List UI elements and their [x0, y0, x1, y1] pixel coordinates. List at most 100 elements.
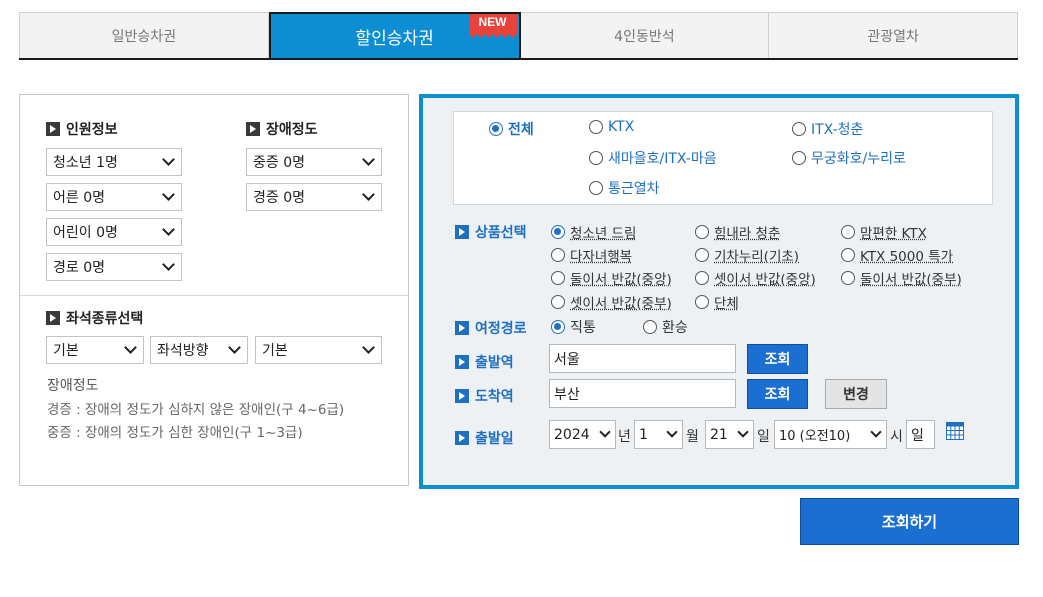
train-radio-ktx[interactable]: KTX [589, 119, 634, 135]
new-badge-text: NEW [478, 15, 507, 29]
arrow-square-icon [455, 225, 469, 239]
product-label: 상품선택 [455, 222, 527, 242]
radio-icon [643, 320, 657, 334]
arrival-search-button[interactable]: 조회 [747, 379, 808, 409]
chevron-down-icon [228, 341, 241, 354]
tab-general[interactable]: 일반승차권 [19, 12, 269, 58]
search-panel: 전체 KTX ITX-청춘 새마을호/ITX-마음 무궁화호/누리로 통근열차 … [419, 94, 1019, 489]
arrow-square-icon [455, 431, 469, 445]
train-radio-commuter[interactable]: 통근열차 [589, 178, 660, 198]
adult-count-select[interactable]: 어른 0명 [46, 183, 182, 211]
radio-icon [841, 248, 855, 262]
seat-type-value: 기본 [53, 343, 79, 359]
severe-count-value: 중증 0명 [253, 155, 305, 171]
month-select[interactable]: 1 [634, 420, 683, 449]
radio-icon [551, 295, 565, 309]
product-radio-ktx5000[interactable]: KTX 5000 특가 [841, 245, 953, 265]
product-radio-youth-dream[interactable]: 청소년 드림 [551, 222, 636, 242]
disability-title: 장애정도 [246, 119, 318, 139]
ticket-type-tabs: 일반승차권 할인승차권 NEW 4인동반석 관광열차 [19, 12, 1018, 60]
train-radio-itx-cheongchun[interactable]: ITX-청춘 [792, 119, 863, 139]
child-count-select[interactable]: 어린이 0명 [46, 218, 182, 246]
hour-value: 10 (오전10) [779, 429, 851, 444]
seat-direction-value: 좌석방향 [157, 343, 209, 359]
product-radio-two-half-jungbu[interactable]: 둘이서 반값(중부) [841, 268, 962, 288]
youth-count-select[interactable]: 청소년 1명 [46, 148, 182, 176]
chevron-down-icon [666, 426, 678, 438]
tab-four-person[interactable]: 4인동반석 [520, 12, 770, 58]
senior-count-select[interactable]: 경로 0명 [46, 253, 182, 281]
passenger-panel: 인원정보 장애정도 청소년 1명 어른 0명 어린이 0명 경로 0명 중증 0… [19, 94, 409, 486]
product-radio-three-half-central[interactable]: 셋이서 반값(중앙) [695, 268, 816, 288]
route-radio-transfer-label: 환승 [662, 320, 688, 336]
radio-icon [695, 271, 709, 285]
product-radio-label: 청소년 드림 [570, 226, 637, 242]
product-radio-label: 다자녀행복 [570, 249, 633, 265]
severe-count-select[interactable]: 중증 0명 [246, 148, 382, 176]
radio-icon [695, 225, 709, 239]
train-radio-all[interactable]: 전체 [489, 119, 534, 139]
radio-checked-icon [489, 122, 503, 136]
product-radio-gichanuri[interactable]: 기차누리(기초) [695, 245, 799, 265]
product-radio-three-half-jungbu[interactable]: 셋이서 반값(중부) [551, 292, 672, 312]
arrow-square-icon [246, 122, 260, 136]
search-submit-button[interactable]: 조회하기 [800, 498, 1019, 545]
product-radio-label: 단체 [714, 296, 739, 312]
day-unit: 일 [757, 429, 770, 445]
seat-option-select[interactable]: 기본 [255, 336, 382, 364]
arrival-input[interactable]: 부산 [549, 379, 736, 408]
seat-type-select[interactable]: 기본 [46, 336, 144, 364]
chevron-down-icon [162, 223, 175, 236]
arrow-square-icon [46, 122, 60, 136]
day-select[interactable]: 21 [705, 420, 754, 449]
product-radio-comfortable-ktx[interactable]: 맘편한 KTX [841, 222, 927, 242]
product-radio-group[interactable]: 단체 [695, 292, 739, 312]
radio-icon [551, 248, 565, 262]
product-radio-multichild[interactable]: 다자녀행복 [551, 245, 632, 265]
radio-icon [695, 295, 709, 309]
arrival-label: 도착역 [455, 386, 514, 406]
departure-search-button[interactable]: 조회 [747, 344, 808, 374]
disability-note-title: 장애정도 [47, 378, 99, 394]
product-radio-label: 기차누리(기초) [714, 249, 800, 265]
tab-general-label: 일반승차권 [111, 28, 177, 45]
product-radio-cheongchun[interactable]: 힘내라 청춘 [695, 222, 780, 242]
adult-count-value: 어른 0명 [53, 190, 105, 206]
tab-discount-label: 할인승차권 [355, 28, 434, 49]
chevron-down-icon [162, 153, 175, 166]
disability-note-severe: 중증 : 장애의 정도가 심한 장애인(구 1~3급) [47, 425, 303, 441]
seat-type-label: 좌석종류선택 [66, 311, 144, 327]
child-count-value: 어린이 0명 [53, 225, 118, 241]
year-select[interactable]: 2024 [549, 420, 616, 449]
radio-icon [841, 271, 855, 285]
product-radio-two-half-central[interactable]: 둘이서 반값(중앙) [551, 268, 672, 288]
disability-note-mild: 경증 : 장애의 정도가 심하지 않은 장애인(구 4~6급) [47, 402, 345, 418]
month-unit: 월 [686, 429, 699, 445]
month-value: 1 [639, 426, 648, 443]
train-radio-mugunghwa[interactable]: 무궁화호/누리로 [792, 148, 906, 168]
weekday-display: 일 [906, 420, 935, 449]
train-radio-ktx-label: KTX [608, 119, 635, 135]
seat-option-value: 기본 [262, 343, 288, 359]
route-label: 여정경로 [455, 318, 527, 338]
year-value: 2024 [554, 426, 590, 443]
passenger-info-title: 인원정보 [46, 119, 118, 139]
route-radio-transfer[interactable]: 환승 [643, 317, 688, 337]
disability-label: 장애정도 [266, 122, 318, 138]
tab-tour-train[interactable]: 관광열차 [769, 12, 1018, 58]
calendar-icon[interactable] [946, 422, 964, 440]
product-radio-label: 둘이서 반값(중앙) [570, 272, 672, 288]
route-radio-direct[interactable]: 직통 [551, 317, 596, 337]
chevron-down-icon [599, 426, 611, 438]
hour-select[interactable]: 10 (오전10) [774, 420, 887, 449]
chevron-down-icon [162, 188, 175, 201]
mild-count-select[interactable]: 경증 0명 [246, 183, 382, 211]
radio-icon [589, 120, 603, 134]
chevron-down-icon [362, 188, 375, 201]
seat-direction-select[interactable]: 좌석방향 [150, 336, 248, 364]
tab-discount[interactable]: 할인승차권 NEW [268, 12, 521, 58]
radio-icon [589, 181, 603, 195]
swap-stations-button[interactable]: 변경 [825, 379, 887, 409]
train-radio-saemaeul[interactable]: 새마을호/ITX-마음 [589, 148, 717, 168]
departure-input[interactable]: 서울 [549, 344, 736, 373]
